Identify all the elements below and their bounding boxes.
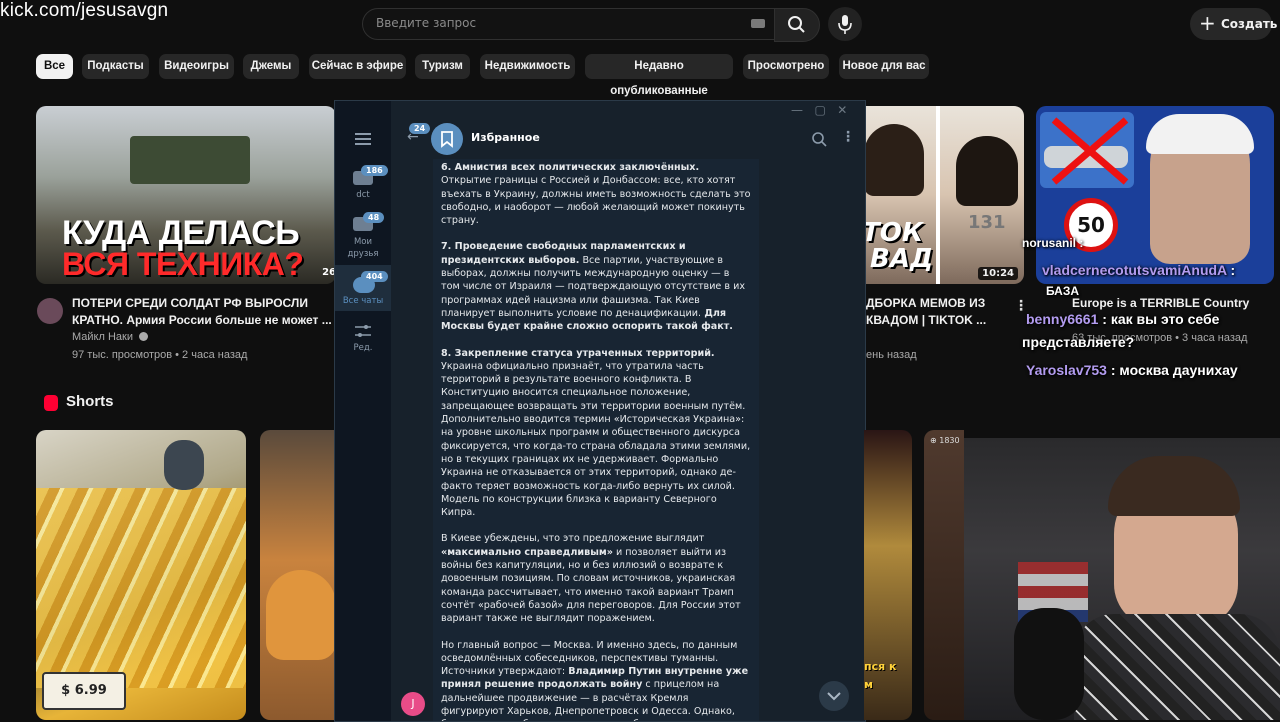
menu-icon[interactable] (355, 133, 371, 145)
saved-messages-avatar[interactable] (431, 123, 463, 155)
plus-icon: + (1199, 11, 1216, 35)
crossed-car-icon (1051, 117, 1129, 185)
search-icon (788, 16, 805, 33)
webcam-overlay (964, 438, 1280, 720)
chat-message: представляете? (1022, 334, 1135, 350)
message-paragraph: В Киеве убеждены, что это предложение вы… (441, 533, 741, 625)
channel-name[interactable]: Майкл Наки (72, 331, 149, 343)
search-button[interactable] (774, 8, 820, 42)
bookmark-icon (441, 131, 453, 148)
thumbnail-text: ВСЯ ТЕХНИКА? (62, 246, 304, 282)
search-input[interactable]: Введите запрос (362, 8, 776, 40)
folder-label[interactable]: dct (335, 190, 391, 200)
video-stats: ень назад (866, 349, 917, 361)
video-thumbnail[interactable]: ТОК ВАД 131 10:24 (860, 106, 1024, 284)
video-title[interactable]: ДБОРКА МЕМОВ ИЗ КВАДОМ | TIKTOK ... (866, 295, 986, 329)
chevron-down-icon (827, 692, 841, 701)
maximize-icon[interactable]: ▢ (814, 103, 825, 117)
short-thumbnail[interactable] (260, 430, 340, 720)
folder-label[interactable]: Ред. (335, 343, 391, 353)
thumbnail-text: ⊕ 1830 (930, 436, 960, 445)
thumbnail-text: ВАД (870, 244, 934, 274)
chat-message: Yaroslav753 : москва дaунихау (1026, 362, 1238, 378)
unread-badge: 48 (363, 212, 385, 223)
folder-label[interactable]: друзья (335, 249, 391, 259)
chat-message: vladcernecotutsvamiAnudA : (1042, 262, 1236, 278)
folder-label: Все чаты (342, 296, 384, 306)
chip-watched[interactable]: Просмотрено (743, 54, 829, 79)
keyboard-icon[interactable] (751, 19, 765, 28)
folder-label[interactable]: Мои (335, 237, 391, 247)
stream-url-watermark: kick.com/jesusavgn (0, 0, 169, 21)
video-stats: 97 тыс. просмотров • 2 часа назад (72, 349, 248, 361)
video-title[interactable]: Europe is a TERRIBLE Country (1072, 296, 1249, 310)
thumbnail-number: 131 (968, 212, 1006, 233)
search-icon[interactable] (811, 131, 827, 147)
unread-badge: 186 (361, 165, 388, 176)
window-controls: — ▢ ✕ (791, 103, 847, 117)
video-duration: 10:24 (978, 267, 1018, 280)
chip-real-estate[interactable]: Недвижимость (480, 54, 575, 79)
sliders-icon[interactable] (353, 323, 373, 339)
message-paragraph: Но главный вопрос — Москва. И именно зде… (441, 639, 749, 722)
folder-all-chats[interactable]: 404 Все чаты (335, 265, 391, 311)
create-button[interactable]: + Создать (1190, 8, 1277, 40)
verified-icon (139, 332, 149, 341)
scroll-down-button[interactable] (819, 681, 849, 711)
chat-title[interactable]: Избранное (471, 131, 540, 144)
message-paragraph: 6. Амнистия всех политических заключённы… (441, 162, 751, 227)
telegram-sidebar: 186 dct 48 Мои друзья 404 Все чаты Ред. (335, 101, 391, 721)
create-label: Создать (1221, 17, 1278, 31)
chip-live[interactable]: Сейчас в эфире (309, 54, 406, 79)
price-tag: $ 6.99 (42, 672, 126, 710)
thumbnail-text: м (864, 678, 873, 691)
chat-header: ← 24 Избранное ⋮ (391, 119, 865, 159)
unread-badge: 404 (361, 271, 388, 282)
message-paragraph: 7. Проведение свободных парламентских и … (441, 241, 745, 333)
chip-jams[interactable]: Джемы (243, 54, 299, 79)
microphone (1014, 608, 1084, 720)
thumbnail-text: пся к (864, 660, 897, 673)
short-thumbnail[interactable]: пся к м (864, 430, 912, 720)
telegram-window[interactable]: — ▢ ✕ 186 dct 48 Мои друзья 404 Все чаты… (334, 100, 866, 722)
avatar[interactable]: J (401, 692, 425, 716)
short-thumbnail[interactable]: $ 6.99 (36, 430, 246, 720)
close-icon[interactable]: ✕ (837, 103, 847, 117)
minimize-icon[interactable]: — (791, 103, 803, 117)
search-placeholder: Введите запрос (376, 16, 477, 30)
chat-message: norusanil : (1022, 236, 1084, 250)
chip-recently-uploaded[interactable]: Недавно опубликованные (585, 54, 733, 97)
chip-new-for-you[interactable]: Новое для вас (839, 54, 929, 79)
chip-podcasts[interactable]: Подкасты (82, 54, 149, 79)
chip-videogames[interactable]: Видеоигры (159, 54, 234, 79)
video-thumbnail[interactable]: КУДА ДЕЛАСЬ ВСЯ ТЕХНИКА? 26 (36, 106, 336, 284)
message-paragraph: 8. Закрепление статуса утраченных террит… (441, 347, 751, 519)
more-options-icon[interactable]: ⋮ (841, 129, 855, 145)
message-bubble[interactable]: 6. Амнистия всех политических заключённы… (433, 159, 759, 721)
microphone-icon (838, 15, 852, 34)
shorts-title: Shorts (66, 393, 114, 410)
video-title[interactable]: ПОТЕРИ СРЕДИ СОЛДАТ РФ ВЫРОСЛИ КРАТНО. А… (72, 295, 332, 329)
unread-badge: 24 (409, 123, 431, 134)
voice-search-button[interactable] (828, 7, 862, 41)
chip-all[interactable]: Все (36, 54, 73, 79)
chat-message: benny6661 : как вы это себе (1026, 311, 1220, 327)
short-thumbnail[interactable]: ⊕ 1830 (924, 430, 964, 720)
avatar[interactable] (37, 298, 63, 324)
shorts-icon (44, 395, 58, 411)
video-thumbnail[interactable]: 50 (1036, 106, 1274, 284)
chip-tourism[interactable]: Туризм (415, 54, 470, 79)
